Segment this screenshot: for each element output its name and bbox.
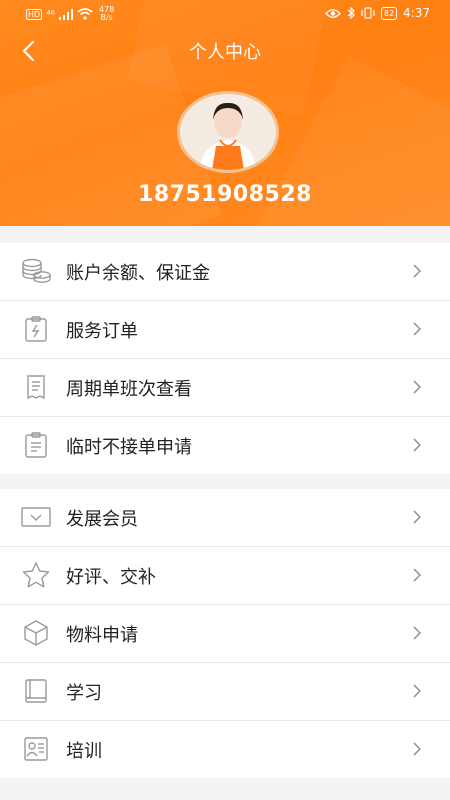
menu-label: 临时不接单申请 bbox=[66, 436, 192, 458]
nav-bar: 个人中心 bbox=[0, 32, 450, 70]
menu-label: 好评、交补 bbox=[66, 566, 156, 588]
chevron-right-icon bbox=[413, 568, 422, 582]
chevron-right-icon bbox=[413, 438, 422, 452]
menu-item-material-request[interactable]: 物料申请 bbox=[0, 605, 450, 663]
chevron-right-icon bbox=[413, 510, 422, 524]
menu-item-training[interactable]: 培训 bbox=[0, 721, 450, 778]
vibrate-icon bbox=[361, 7, 375, 19]
chevron-right-icon bbox=[413, 380, 422, 394]
profile-header: HD ⁴⁶ 478 B/s 82 4:37 个人中心 18751908528 bbox=[0, 0, 450, 226]
clock-time: 4:37 bbox=[403, 6, 430, 20]
status-bar: HD ⁴⁶ 478 B/s 82 4:37 bbox=[0, 0, 450, 30]
wifi-icon bbox=[77, 8, 93, 20]
menu-item-cycle-shifts[interactable]: 周期单班次查看 bbox=[0, 359, 450, 417]
menu-item-reviews-subsidy[interactable]: 好评、交补 bbox=[0, 547, 450, 605]
menu-item-balance[interactable]: 账户余额、保证金 bbox=[0, 243, 450, 301]
chevron-right-icon bbox=[413, 684, 422, 698]
page-title: 个人中心 bbox=[189, 42, 261, 63]
menu-label: 发展会员 bbox=[66, 508, 138, 530]
coins-icon bbox=[20, 257, 52, 285]
envelope-tray-icon bbox=[20, 503, 52, 531]
bluetooth-icon bbox=[347, 7, 355, 19]
star-icon bbox=[20, 561, 52, 589]
signal-type: ⁴⁶ bbox=[46, 7, 56, 21]
chevron-right-icon bbox=[413, 742, 422, 756]
menu-item-service-orders[interactable]: 服务订单 bbox=[0, 301, 450, 359]
box-icon bbox=[20, 619, 52, 647]
chevron-right-icon bbox=[413, 626, 422, 640]
menu-item-temporary-leave[interactable]: 临时不接单申请 bbox=[0, 417, 450, 474]
chevron-right-icon bbox=[413, 264, 422, 278]
clipboard-list-icon bbox=[20, 431, 52, 459]
network-speed: 478 B/s bbox=[99, 5, 115, 22]
menu-group-services: 发展会员 好评、交补 物料申请 学习 培训 bbox=[0, 489, 450, 778]
id-card-icon bbox=[20, 735, 52, 763]
menu-group-account: 账户余额、保证金 服务订单 周期单班次查看 临时不接单申请 bbox=[0, 243, 450, 474]
phone-number: 18751908528 bbox=[138, 182, 312, 207]
menu-label: 账户余额、保证金 bbox=[66, 262, 210, 284]
avatar-person-image bbox=[180, 94, 276, 170]
battery-icon: 82 bbox=[380, 6, 398, 20]
menu-label: 物料申请 bbox=[66, 624, 138, 646]
menu-label: 周期单班次查看 bbox=[66, 378, 192, 400]
eye-icon bbox=[324, 8, 341, 18]
avatar[interactable] bbox=[177, 91, 279, 173]
receipt-icon bbox=[20, 373, 52, 401]
menu-label: 学习 bbox=[66, 682, 102, 704]
menu-item-develop-members[interactable]: 发展会员 bbox=[0, 489, 450, 547]
cell-signal-icon bbox=[59, 8, 74, 20]
chevron-right-icon bbox=[413, 322, 422, 336]
menu-label: 服务订单 bbox=[66, 320, 138, 342]
menu-label: 培训 bbox=[66, 740, 102, 762]
menu-item-study[interactable]: 学习 bbox=[0, 663, 450, 721]
hd-badge: HD bbox=[26, 8, 43, 20]
book-icon bbox=[20, 677, 52, 705]
clipboard-lightning-icon bbox=[20, 315, 52, 343]
